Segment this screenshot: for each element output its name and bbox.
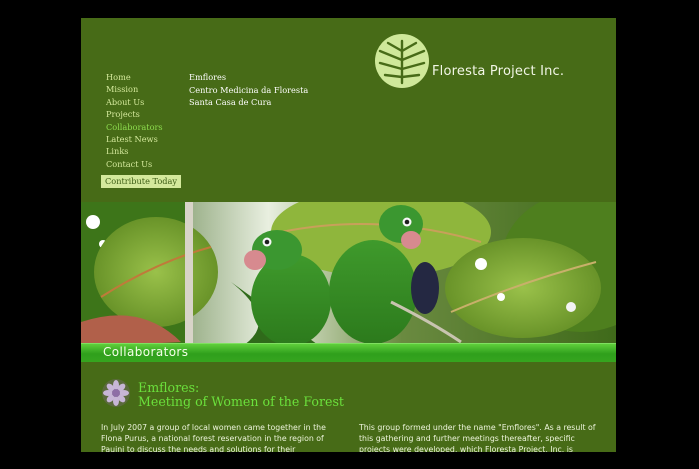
article-column-1: In July 2007 a group of local women came… xyxy=(101,423,326,452)
section-bar: Collaborators xyxy=(81,343,616,362)
nav-item-latest-news[interactable]: Latest News xyxy=(106,133,163,145)
article-heading: Emflores: Meeting of Women of the Forest xyxy=(138,381,344,409)
nav-item-collaborators[interactable]: Collaborators xyxy=(106,121,163,133)
article-heading-line1: Emflores: xyxy=(138,380,200,395)
nav-item-about-us[interactable]: About Us xyxy=(106,96,163,108)
subnav-item-santa-casa[interactable]: Santa Casa de Cura xyxy=(189,96,308,109)
nav-item-home[interactable]: Home xyxy=(106,71,163,83)
subnav-item-emflores[interactable]: Emflores xyxy=(189,71,308,84)
nav-item-mission[interactable]: Mission xyxy=(106,83,163,95)
flower-icon xyxy=(102,379,130,407)
contribute-button[interactable]: Contribute Today xyxy=(101,175,182,188)
site-container: Home Mission About Us Projects Collabora… xyxy=(81,18,616,452)
parrots-photo xyxy=(81,202,616,347)
nav-item-contact-us[interactable]: Contact Us xyxy=(106,158,163,170)
nav-item-links[interactable]: Links xyxy=(106,145,163,157)
subnav-item-centro-medicina[interactable]: Centro Medicina da Floresta xyxy=(189,84,308,97)
section-title: Collaborators xyxy=(103,345,189,359)
leaf-icon[interactable] xyxy=(374,33,430,89)
article-column-2: This group formed under the name "Emflor… xyxy=(359,423,596,452)
nav-item-projects[interactable]: Projects xyxy=(106,108,163,120)
article-heading-line2: Meeting of Women of the Forest xyxy=(138,394,344,409)
main-nav: Home Mission About Us Projects Collabora… xyxy=(106,71,163,170)
sub-nav: Emflores Centro Medicina da Floresta San… xyxy=(189,71,308,109)
logo-text[interactable]: Floresta Project Inc. xyxy=(432,64,564,79)
